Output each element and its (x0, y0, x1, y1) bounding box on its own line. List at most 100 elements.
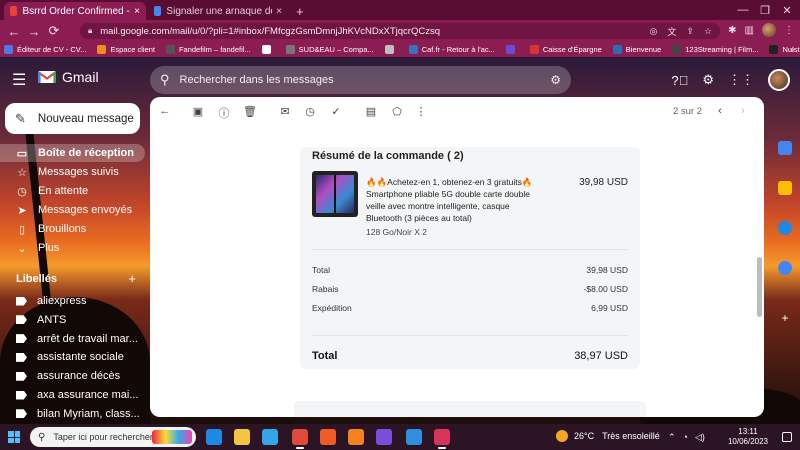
keep-icon[interactable] (778, 181, 792, 195)
previous-message-icon[interactable]: ‹ (713, 105, 727, 117)
add-task-icon[interactable]: ✓ (329, 105, 343, 118)
extensions-icon[interactable]: ✱ (728, 25, 736, 36)
reload-icon[interactable]: ⟳ (44, 20, 64, 42)
compose-button[interactable]: ✎ Nouveau message (5, 103, 140, 134)
tab-close-icon[interactable]: × (276, 6, 282, 17)
share-icon[interactable]: ⇪ (686, 26, 694, 37)
next-message-icon[interactable]: › (736, 105, 750, 117)
address-bar[interactable]: 🔒︎ mail.google.com/mail/u/0/?pli=1#inbox… (80, 23, 720, 39)
nav-item-inbox[interactable]: ▭ Boîte de réception (0, 144, 145, 162)
profile-avatar[interactable] (762, 23, 776, 37)
vlc-icon[interactable] (348, 429, 364, 445)
search-options-icon[interactable]: ⚙︎ (550, 73, 561, 87)
bookmark-favicon-icon (529, 45, 539, 54)
main-menu-icon[interactable]: ☰ (12, 70, 26, 90)
help-icon[interactable]: ?⃝ (671, 73, 688, 88)
volume-icon[interactable]: ◁) (695, 432, 705, 443)
windows-start-icon[interactable] (8, 431, 20, 443)
chrome-icon[interactable] (292, 429, 308, 449)
mail-icon[interactable] (406, 429, 422, 445)
tab-close-icon[interactable]: × (134, 6, 140, 17)
grand-total-row: Total 38,97 USD (312, 350, 628, 362)
taskbar-clock[interactable]: 13:11 10/06/2023 (726, 427, 770, 447)
add-label-icon[interactable]: + (128, 271, 136, 286)
google-lens-icon[interactable]: ◎ (650, 26, 658, 37)
pencil-icon: ✎ (15, 110, 26, 126)
label-item[interactable]: ANTS (16, 311, 141, 329)
label-item[interactable]: bilan Myriam, class... (16, 405, 141, 423)
browser-menu-icon[interactable]: ⋮ (784, 25, 794, 36)
nav-item-star[interactable]: ☆ Messages suivis (0, 163, 145, 181)
bookmarks-overflow-icon[interactable]: » (790, 45, 794, 54)
nav-item-chevron-down[interactable]: ⌄ Plus (0, 239, 145, 257)
taskbar-search[interactable]: ⚲ Taper ici pour rechercher (30, 427, 196, 447)
pane-scrollbar[interactable] (757, 257, 762, 317)
bookmark-item[interactable]: Fandefilm – fandefil... (165, 45, 251, 54)
calendar-icon[interactable] (778, 141, 792, 155)
bookmark-item[interactable]: Caisse d'Épargne (529, 45, 602, 54)
back-icon[interactable]: ← (4, 20, 24, 42)
contacts-icon[interactable] (778, 261, 792, 275)
bookmark-item[interactable]: SUD&EAU – Compa... (285, 45, 374, 54)
bookmark-item[interactable]: Nulstream (769, 45, 800, 54)
tasks-icon[interactable] (778, 221, 792, 235)
bookmark-item[interactable]: Espace client (97, 45, 155, 54)
bookmark-item[interactable]: Caf.fr - Retour à l'ac... (408, 45, 495, 54)
app-icon[interactable] (434, 429, 450, 449)
window-close-icon[interactable]: ✕ (776, 0, 798, 20)
add-addon-icon[interactable]: + (778, 311, 792, 325)
translate-icon[interactable]: 文 (667, 25, 676, 38)
bookmark-star-icon[interactable]: ☆ (704, 26, 712, 37)
network-icon[interactable]: ◔ (683, 432, 688, 443)
settings-gear-icon[interactable]: ⚙ (702, 72, 714, 88)
back-to-inbox-icon[interactable]: ← (158, 105, 172, 117)
bookmark-item[interactable]: Éditeur de CV - CV... (4, 45, 86, 54)
nav-item-draft[interactable]: ▯ Brouillons (0, 220, 145, 238)
gmail-logo[interactable]: Gmail (38, 69, 99, 85)
label-item[interactable]: assurance décès (16, 367, 141, 385)
bookmark-item[interactable]: Bienvenue (612, 45, 661, 54)
show-hidden-icons-icon[interactable]: ⌃ (668, 432, 676, 443)
nav-item-clock[interactable]: ◷ En attente (0, 182, 145, 200)
nav-item-send[interactable]: ➤ Messages envoyés (0, 201, 145, 219)
bookmark-item[interactable] (261, 45, 275, 54)
new-tab-button[interactable]: + (290, 2, 310, 20)
tab-signaler-arnaque[interactable]: Signaler une arnaque découvert × (148, 2, 288, 20)
bookmark-item[interactable] (505, 45, 519, 54)
label-item[interactable]: axa assurance mai... (16, 386, 141, 404)
mail-search-bar[interactable]: ⚲ Rechercher dans les messages ⚙︎ (150, 66, 571, 94)
nav-item-label: Brouillons (38, 223, 87, 235)
product-image[interactable] (312, 171, 358, 217)
label-item[interactable]: aliexpress (16, 292, 141, 310)
move-to-icon[interactable]: ▤ (364, 105, 378, 118)
media-player-icon[interactable] (376, 429, 392, 445)
weather-widget[interactable]: 26°C Très ensoleillé (556, 430, 660, 442)
minimize-icon[interactable]: — (732, 0, 754, 20)
brave-icon[interactable] (320, 429, 336, 445)
report-spam-icon[interactable]: ⓘ (217, 105, 231, 121)
store-icon[interactable] (262, 429, 278, 445)
summary-label: Total (312, 265, 330, 275)
search-icon[interactable]: ⚲ (160, 72, 170, 88)
file-explorer-icon[interactable] (234, 429, 250, 445)
label-item[interactable]: assistante sociale (16, 348, 141, 366)
bookmark-item[interactable] (384, 45, 398, 54)
forward-icon[interactable]: → (24, 20, 44, 42)
side-panel-icon[interactable]: ▥ (745, 25, 754, 36)
label-item[interactable]: arrêt de travail mar... (16, 330, 141, 348)
snooze-icon[interactable]: ◷ (303, 105, 317, 118)
mark-unread-icon[interactable]: ✉ (278, 105, 292, 118)
archive-icon[interactable]: ▣ (191, 105, 205, 118)
bookmarks-bar: Éditeur de CV - CV... Espace client Fandef… (0, 42, 800, 57)
apps-grid-icon[interactable]: ⋮⋮ (728, 72, 754, 88)
label-icon[interactable]: ⬠ (390, 105, 404, 118)
more-options-icon[interactable]: ⋮ (414, 105, 428, 118)
notifications-icon[interactable] (782, 432, 792, 442)
bookmark-item[interactable]: 123Streaming | Film... (672, 45, 758, 54)
account-avatar[interactable] (768, 69, 790, 91)
edge-icon[interactable] (206, 429, 222, 445)
summary-value: 6,99 USD (591, 303, 628, 313)
tab-order-confirmed[interactable]: Bsrrd Order Confirmed - cristalin × (4, 2, 146, 20)
delete-icon[interactable]: 🗑︎ (243, 105, 257, 118)
maximize-icon[interactable]: ❐ (754, 0, 776, 20)
